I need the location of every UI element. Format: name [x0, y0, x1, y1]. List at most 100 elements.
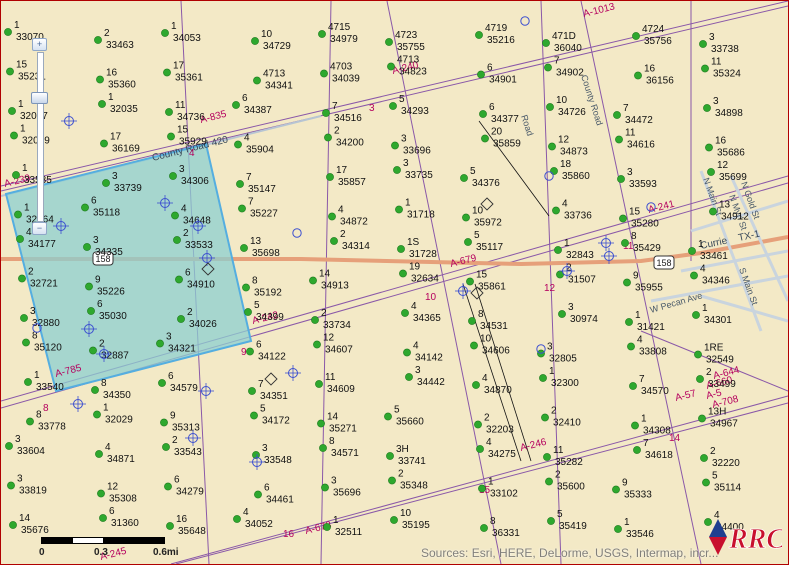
- well-marker[interactable]: 1635686: [705, 136, 745, 159]
- well-marker[interactable]: 1034729: [251, 29, 291, 52]
- well-marker[interactable]: 434365: [401, 301, 441, 324]
- well-marker[interactable]: 631360: [99, 506, 139, 529]
- well-marker[interactable]: 535660: [384, 405, 424, 428]
- well-marker[interactable]: 634377: [479, 102, 519, 125]
- permit-marker[interactable]: [285, 365, 301, 381]
- well-marker[interactable]: 1635360: [96, 68, 136, 91]
- well-marker[interactable]: 1135282: [543, 445, 583, 468]
- map-canvas[interactable]: 158 158 County Road 420 Currie TX-1 W Pe…: [0, 0, 789, 565]
- zoom-control[interactable]: + −: [28, 36, 52, 235]
- well-marker[interactable]: 470334039: [320, 62, 360, 85]
- well-marker[interactable]: 472335755: [385, 30, 425, 53]
- well-marker[interactable]: 735227: [238, 197, 278, 220]
- well-marker[interactable]: 1835860: [550, 159, 590, 182]
- well-marker[interactable]: 1134609: [315, 372, 355, 395]
- well-marker[interactable]: 433808: [627, 335, 667, 358]
- well-marker[interactable]: 333548: [252, 443, 292, 466]
- well-marker[interactable]: 434275: [476, 437, 516, 460]
- permit-marker[interactable]: [455, 283, 471, 299]
- well-marker[interactable]: 634387: [232, 93, 272, 116]
- well-marker[interactable]: 3H33741: [386, 444, 426, 467]
- well-marker[interactable]: 634579: [158, 371, 198, 394]
- well-marker[interactable]: 1034606: [470, 334, 510, 357]
- well-marker[interactable]: 1234607: [313, 333, 353, 356]
- well-marker[interactable]: 634122: [246, 340, 286, 363]
- well-marker[interactable]: 471534979: [318, 22, 358, 45]
- well-marker[interactable]: 734618: [633, 438, 673, 461]
- well-marker[interactable]: 472435756: [632, 24, 672, 47]
- well-marker[interactable]: 333696: [391, 134, 431, 157]
- well-marker[interactable]: 232203: [474, 413, 514, 436]
- well-marker[interactable]: 834350: [91, 378, 131, 401]
- well-marker[interactable]: 1636156: [634, 64, 674, 87]
- open-well-marker[interactable]: [292, 228, 302, 238]
- well-marker[interactable]: 1235308: [97, 482, 137, 505]
- well-marker[interactable]: 534376: [460, 166, 500, 189]
- well-marker[interactable]: 836331: [480, 516, 520, 539]
- dry-hole-marker[interactable]: [264, 372, 278, 386]
- well-marker[interactable]: 434052: [233, 507, 273, 530]
- permit-marker[interactable]: [249, 454, 265, 470]
- well-marker[interactable]: 232220: [700, 446, 740, 469]
- well-marker[interactable]: 471334341: [253, 69, 293, 92]
- well-marker[interactable]: 132300: [539, 366, 579, 389]
- well-marker[interactable]: 534172: [250, 404, 290, 427]
- well-marker[interactable]: 1RE32549: [694, 343, 734, 366]
- well-marker[interactable]: 434872: [328, 205, 368, 228]
- well-marker[interactable]: 134301: [692, 303, 732, 326]
- well-marker[interactable]: 233734: [311, 308, 351, 331]
- permit-marker[interactable]: [70, 396, 86, 412]
- well-marker[interactable]: 333735: [393, 158, 433, 181]
- well-marker[interactable]: 1S31728: [397, 237, 437, 260]
- well-marker[interactable]: 1235699: [707, 160, 747, 183]
- well-marker[interactable]: 1035972: [462, 206, 502, 229]
- open-well-marker[interactable]: [544, 171, 554, 181]
- well-marker[interactable]: 535114: [702, 471, 742, 494]
- well-marker[interactable]: 1932634: [399, 262, 439, 285]
- permit-marker[interactable]: [598, 235, 614, 251]
- well-marker[interactable]: 1135324: [701, 57, 741, 80]
- well-marker[interactable]: 13H34967: [698, 407, 738, 430]
- well-marker[interactable]: 333604: [5, 434, 45, 457]
- well-marker[interactable]: 935333: [612, 478, 652, 501]
- well-marker[interactable]: 335696: [321, 476, 361, 499]
- well-marker[interactable]: 1434913: [309, 269, 349, 292]
- zoom-in-button[interactable]: +: [32, 38, 47, 51]
- well-marker[interactable]: 334442: [405, 365, 445, 388]
- well-marker[interactable]: 834571: [319, 436, 359, 459]
- well-marker[interactable]: 235600: [545, 470, 585, 493]
- well-marker[interactable]: 534399: [244, 300, 284, 323]
- well-marker[interactable]: 935955: [623, 271, 663, 294]
- well-marker[interactable]: 433736: [552, 199, 592, 222]
- well-marker[interactable]: 131421: [625, 310, 665, 333]
- well-marker[interactable]: 834531: [468, 309, 508, 332]
- well-marker[interactable]: 133546: [614, 517, 654, 540]
- well-marker[interactable]: 234200: [324, 126, 364, 149]
- well-marker[interactable]: 134053: [161, 21, 201, 44]
- well-marker[interactable]: 434871: [95, 442, 135, 465]
- zoom-out-button[interactable]: −: [32, 222, 47, 235]
- well-marker[interactable]: 734472: [613, 103, 653, 126]
- well-marker[interactable]: 471D36040: [542, 31, 582, 54]
- well-marker[interactable]: 434870: [472, 373, 512, 396]
- well-marker[interactable]: 1535929: [167, 125, 207, 148]
- well-marker[interactable]: 1035195: [390, 508, 430, 531]
- well-marker[interactable]: 734570: [629, 374, 669, 397]
- well-marker[interactable]: 634279: [164, 475, 204, 498]
- well-marker[interactable]: 1034726: [546, 95, 586, 118]
- well-marker[interactable]: 471935216: [475, 23, 515, 46]
- zoom-slider-track[interactable]: [37, 52, 44, 222]
- open-well-marker[interactable]: [520, 16, 530, 26]
- well-marker[interactable]: 935313: [160, 411, 200, 434]
- well-marker[interactable]: 233543: [162, 435, 202, 458]
- well-marker[interactable]: 334898: [703, 96, 743, 119]
- well-marker[interactable]: 330974: [558, 302, 598, 325]
- well-marker[interactable]: 535419: [547, 509, 587, 532]
- permit-marker[interactable]: [61, 113, 77, 129]
- well-marker[interactable]: 231507: [556, 263, 596, 286]
- well-marker[interactable]: 235348: [388, 469, 428, 492]
- well-marker[interactable]: 333738: [699, 32, 739, 55]
- well-marker[interactable]: 434142: [403, 341, 443, 364]
- well-marker[interactable]: 735147: [236, 172, 276, 195]
- well-marker[interactable]: 634461: [254, 483, 294, 506]
